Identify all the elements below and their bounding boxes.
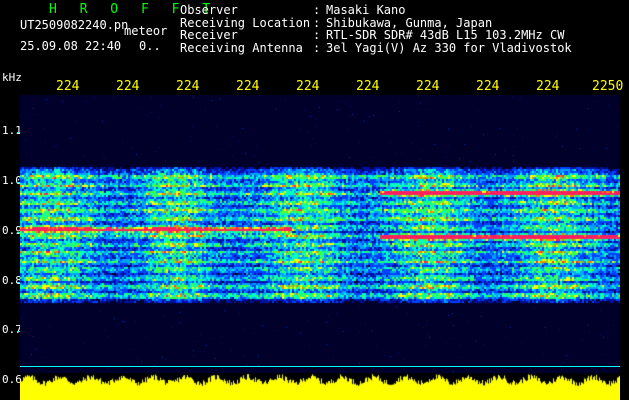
spectrogram-plot [20, 95, 620, 373]
info-separator: : [313, 3, 321, 17]
y-tick-label: 0.7 [2, 323, 22, 336]
y-tick-label: 0.8 [2, 274, 22, 287]
x-tick-label: 224 [176, 79, 200, 94]
x-tick-label: 224 [416, 79, 440, 94]
x-tick-label: 224 [356, 79, 380, 94]
y-tick-label: 0.9 [2, 224, 22, 237]
x-tick-label: 224 [296, 79, 320, 94]
power-baseline [20, 366, 620, 367]
x-tick-label: 224 [236, 79, 260, 94]
x-tick-label: 224 [536, 79, 560, 94]
y-tick-label: 1.0 [2, 174, 22, 187]
x-tick-label: 2250 [592, 79, 624, 94]
spectrogram-heatmap [20, 95, 620, 373]
signal-power-strip [20, 370, 620, 400]
y-axis-unit: kHz [2, 71, 22, 84]
x-tick-label: 224 [56, 79, 80, 94]
info-value: 3el Yagi(V) Az 330 for Vladivostok [326, 40, 572, 55]
info-row-antenna: Receiving Antenna:3el Yagi(V) Az 330 for… [180, 40, 572, 55]
detection-type: meteor [124, 24, 168, 38]
info-label: Observer [180, 3, 238, 17]
hrofft-spectrogram-window: H R O F F T UT2509082240.pn meteor 25.09… [0, 0, 629, 400]
info-separator: : [313, 40, 321, 55]
x-tick-label: 224 [476, 79, 500, 94]
y-grid-tick [17, 331, 20, 332]
y-tick-label: 1.1 [2, 124, 22, 137]
observation-datetime: 25.09.08 22:40 [20, 39, 122, 53]
info-label: Receiver [180, 28, 238, 42]
file-name: UT2509082240.pn [20, 18, 129, 32]
x-tick-label: 224 [116, 79, 140, 94]
observation-info: Observer: Masaki Kano Receiving Location:… [180, 4, 572, 54]
info-label: Receiving Antenna [180, 40, 303, 55]
y-tick-label: 0.6 [2, 373, 22, 386]
meteor-count: 0.. [139, 39, 161, 53]
y-grid-tick [17, 282, 20, 283]
y-grid-tick [17, 182, 20, 183]
y-grid-tick [17, 232, 20, 233]
info-separator: : [313, 28, 321, 42]
y-grid-tick [17, 132, 20, 133]
